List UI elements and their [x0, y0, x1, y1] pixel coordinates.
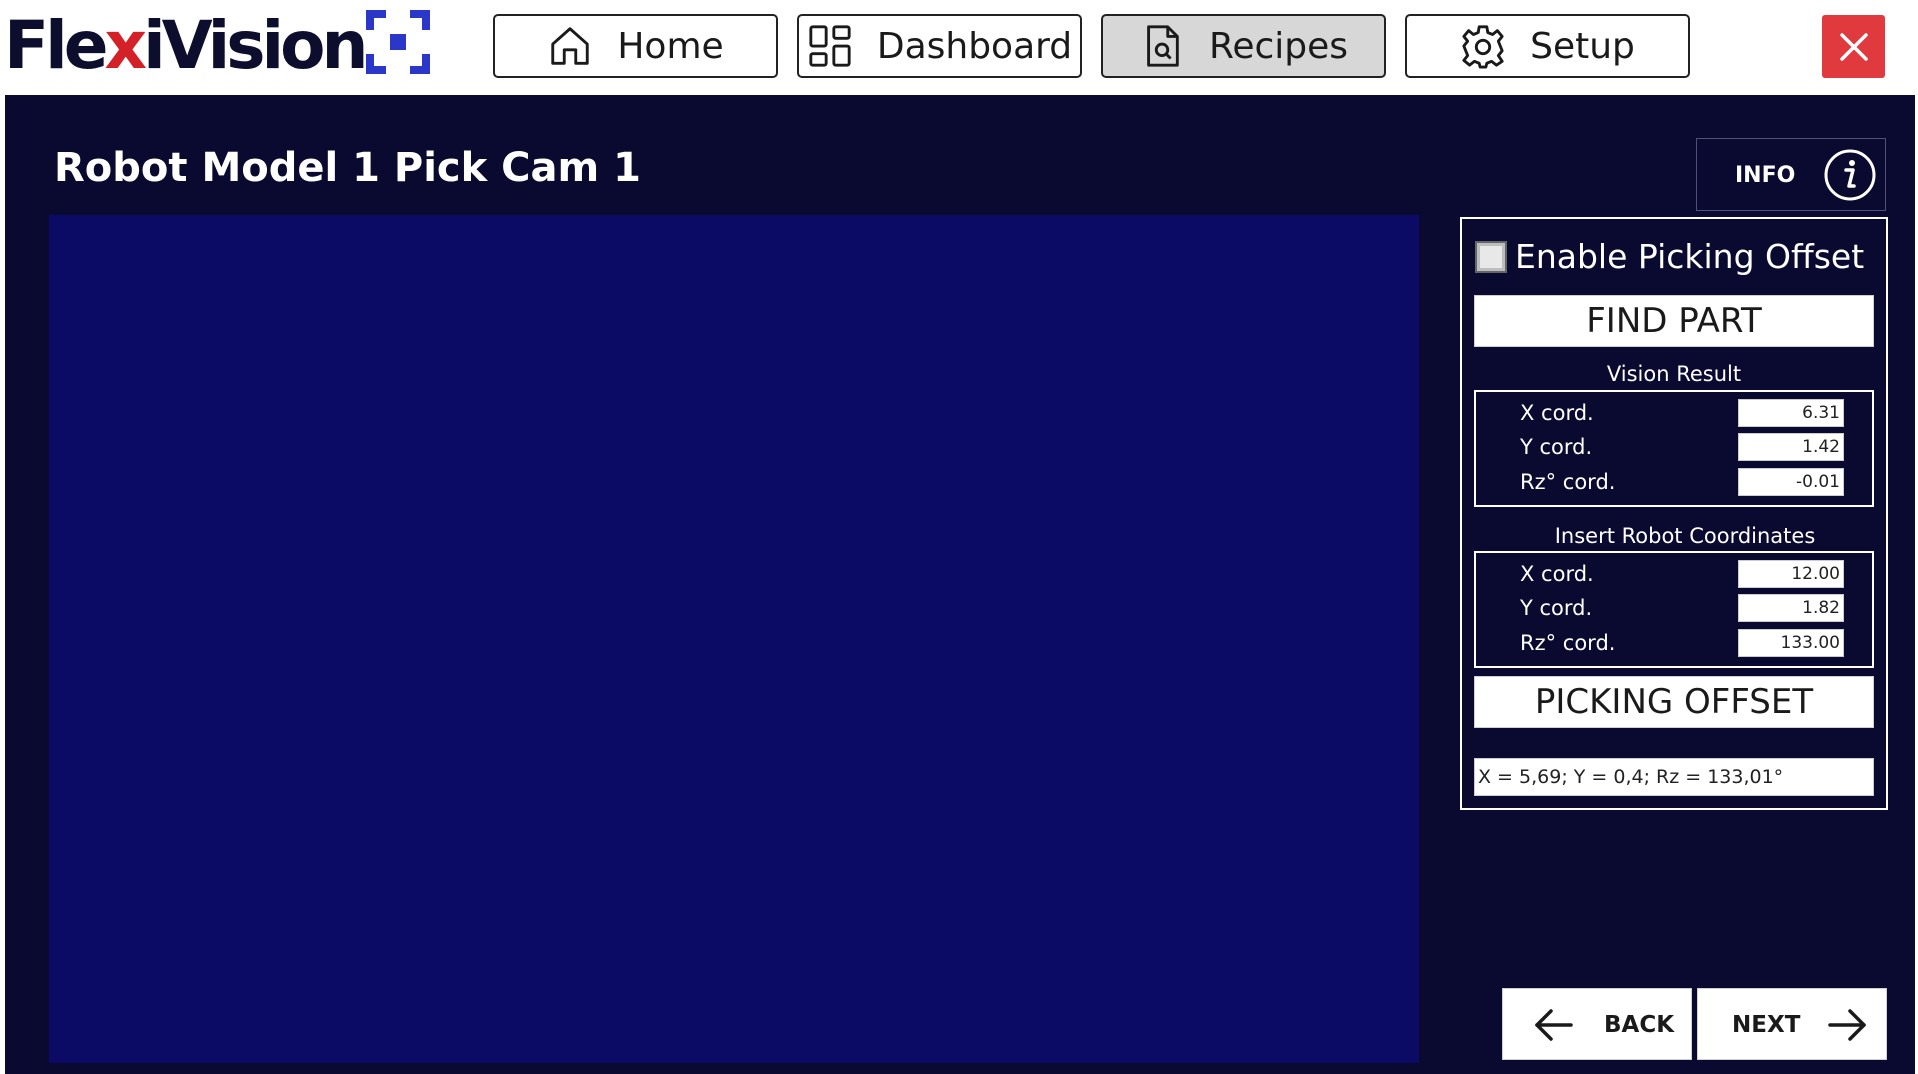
- vision-x-label: X cord.: [1520, 401, 1594, 425]
- enable-picking-offset-checkbox[interactable]: [1475, 240, 1507, 273]
- info-label: INFO: [1735, 163, 1796, 188]
- vision-x-row: X cord. 6.31: [1476, 399, 1872, 427]
- page-title: Robot Model 1 Pick Cam 1: [54, 145, 641, 191]
- robot-y-row: Y cord. 1.82: [1476, 594, 1872, 622]
- recipe-file-icon: [1147, 25, 1179, 67]
- nav-dashboard-button[interactable]: Dashboard: [797, 14, 1082, 78]
- vision-y-row: Y cord. 1.42: [1476, 433, 1872, 461]
- vision-rz-label: Rz° cord.: [1520, 470, 1616, 494]
- robot-rz-row: Rz° cord. 133.00: [1476, 629, 1872, 657]
- top-bar: FlexiVision Home Dashboard Recipes Setup: [0, 0, 1918, 95]
- nav-setup-label: Setup: [1530, 25, 1635, 67]
- camera-view[interactable]: [49, 215, 1419, 1063]
- logo-focus-icon: [366, 10, 430, 74]
- enable-picking-offset-toggle[interactable]: Enable Picking Offset: [1475, 237, 1864, 276]
- nav-home-button[interactable]: Home: [493, 14, 778, 78]
- nav-setup-button[interactable]: Setup: [1405, 14, 1690, 78]
- arrow-right-icon: [1828, 1009, 1866, 1041]
- nav-recipes-button[interactable]: Recipes: [1101, 14, 1386, 78]
- offset-result-field: X = 5,69; Y = 0,4; Rz = 133,01°: [1474, 758, 1874, 796]
- nav-dashboard-label: Dashboard: [876, 25, 1073, 67]
- vision-y-label: Y cord.: [1520, 435, 1593, 459]
- robot-rz-input[interactable]: 133.00: [1738, 629, 1844, 657]
- nav-recipes-label: Recipes: [1208, 25, 1349, 67]
- picking-offset-panel: Enable Picking Offset FIND PART Vision R…: [1460, 217, 1888, 810]
- vision-rz-row: Rz° cord. -0.01: [1476, 468, 1872, 496]
- close-icon: [1839, 32, 1868, 61]
- insert-robot-coordinates-title: Insert Robot Coordinates: [1554, 524, 1816, 548]
- back-label: BACK: [1604, 1012, 1675, 1038]
- picking-offset-button[interactable]: PICKING OFFSET: [1474, 676, 1874, 728]
- back-button[interactable]: BACK: [1502, 988, 1692, 1060]
- vision-result-title: Vision Result: [1606, 362, 1742, 386]
- flexivision-logo: FlexiVision: [4, 6, 368, 86]
- robot-coordinates-box: X cord. 12.00 Y cord. 1.82 Rz° cord. 133…: [1474, 551, 1874, 668]
- robot-rz-label: Rz° cord.: [1520, 631, 1616, 655]
- vision-result-box: X cord. 6.31 Y cord. 1.42 Rz° cord. -0.0…: [1474, 390, 1874, 507]
- gear-icon: [1462, 25, 1504, 69]
- info-icon: [1824, 149, 1876, 201]
- robot-x-row: X cord. 12.00: [1476, 560, 1872, 588]
- dashboard-icon: [809, 25, 851, 67]
- enable-picking-offset-label: Enable Picking Offset: [1515, 237, 1865, 276]
- vision-x-value: 6.31: [1738, 399, 1844, 427]
- home-icon: [551, 27, 590, 65]
- robot-x-label: X cord.: [1520, 562, 1594, 586]
- vision-rz-value: -0.01: [1738, 468, 1844, 496]
- logo-text: FlexiVision: [4, 7, 368, 84]
- next-button[interactable]: NEXT: [1697, 988, 1887, 1060]
- nav-home-label: Home: [617, 25, 724, 67]
- robot-x-input[interactable]: 12.00: [1738, 560, 1844, 588]
- robot-y-input[interactable]: 1.82: [1738, 594, 1844, 622]
- arrow-left-icon: [1535, 1009, 1573, 1041]
- close-button[interactable]: [1822, 15, 1885, 78]
- robot-y-label: Y cord.: [1520, 596, 1593, 620]
- vision-y-value: 1.42: [1738, 433, 1844, 461]
- info-button[interactable]: INFO: [1696, 138, 1886, 211]
- next-label: NEXT: [1732, 1012, 1801, 1038]
- find-part-button[interactable]: FIND PART: [1474, 295, 1874, 347]
- main-content: Robot Model 1 Pick Cam 1 INFO Enable Pic…: [5, 95, 1915, 1074]
